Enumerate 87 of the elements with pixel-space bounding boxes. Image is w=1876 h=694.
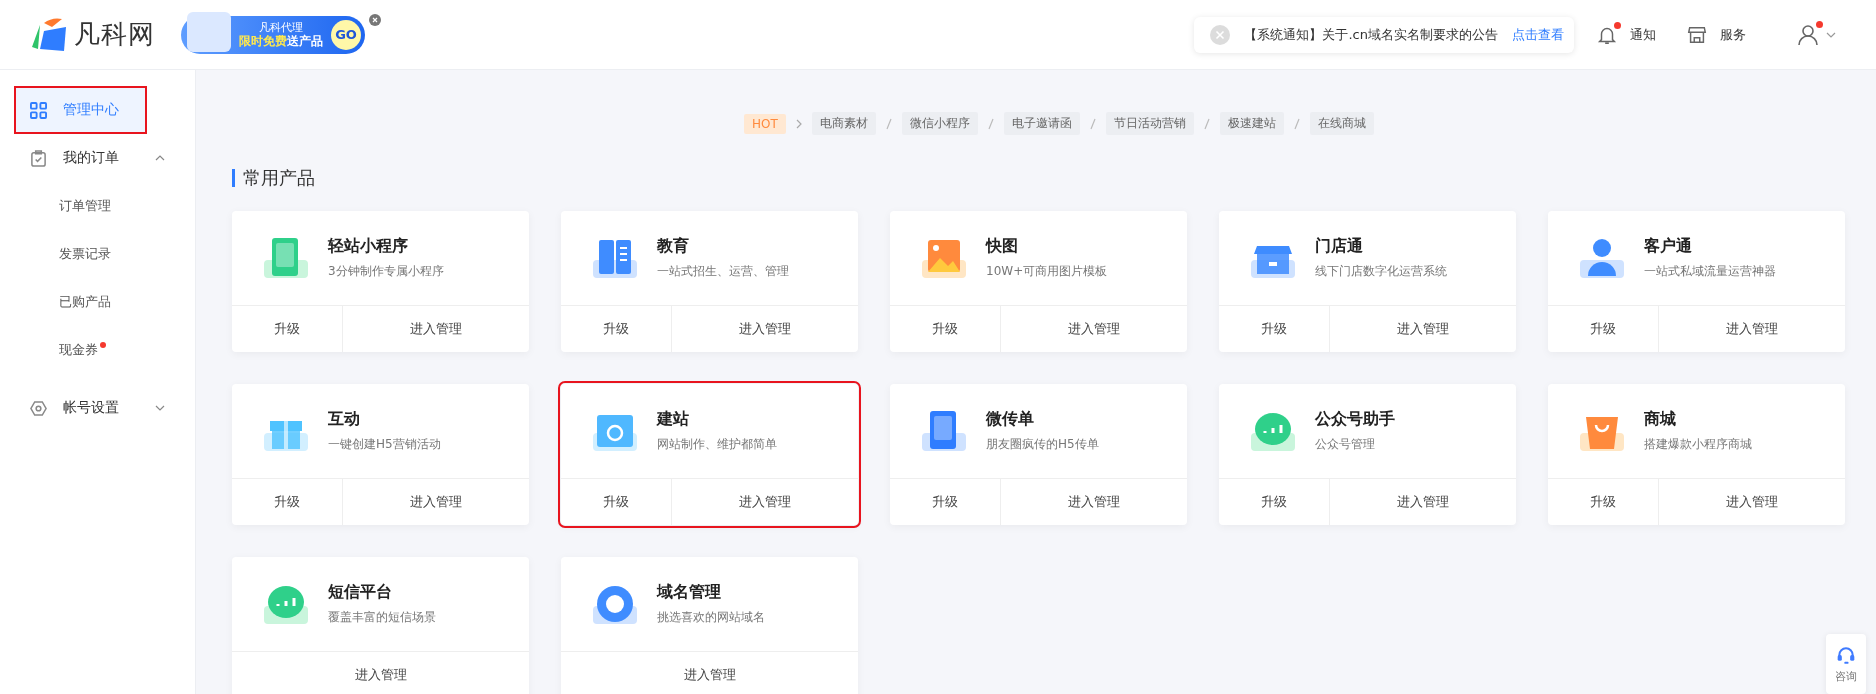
manage-link[interactable]: 进入管理 (672, 479, 858, 525)
product-description: 一键创建H5营销活动 (328, 436, 441, 453)
manage-link[interactable]: 进入管理 (672, 306, 858, 352)
product-name: 门店通 (1315, 236, 1364, 257)
manage-link[interactable]: 进入管理 (1659, 306, 1845, 352)
product-description: 一站式招生、运营、管理 (657, 263, 789, 280)
clipboard-check-icon (30, 149, 47, 167)
manage-link[interactable]: 进入管理 (1330, 306, 1516, 352)
headset-icon (1836, 644, 1856, 665)
product-name: 客户通 (1644, 236, 1693, 257)
chevron-icon (795, 118, 802, 129)
header-action[interactable]: 通知 (1596, 23, 1656, 46)
hot-link[interactable]: 电子邀请函 (1003, 112, 1080, 135)
product-description: 线下门店数字化运营系统 (1315, 263, 1447, 280)
upgrade-link[interactable]: 升级 (1219, 306, 1330, 352)
upgrade-link[interactable]: 升级 (1548, 306, 1659, 352)
product-name: 建站 (657, 409, 690, 430)
caret-icon (1826, 31, 1836, 38)
product-description: 覆盖丰富的短信场景 (328, 609, 436, 626)
close-icon[interactable] (369, 14, 381, 26)
logo[interactable]: 凡科网 (30, 16, 155, 53)
go-button[interactable]: GO (331, 19, 361, 50)
manage-link[interactable]: 进入管理 (232, 652, 529, 694)
hot-link[interactable]: 节日活动营销 (1105, 112, 1194, 135)
product-name: 互动 (328, 409, 361, 430)
product-description: 公众号管理 (1315, 436, 1376, 453)
manage-link[interactable]: 进入管理 (1659, 479, 1845, 525)
hot-link[interactable]: 微信小程序 (901, 112, 978, 135)
slash-separator-icon (1089, 117, 1096, 130)
product-description: 10W+可商用图片模板 (986, 263, 1108, 280)
product-name: 公众号助手 (1315, 409, 1395, 430)
settings-icon (30, 399, 47, 417)
product-description: 网站制作、维护都简单 (657, 436, 777, 453)
upgrade-link[interactable]: 升级 (890, 479, 1001, 525)
hot-link[interactable]: 电商素材 (811, 112, 876, 135)
header-action[interactable]: 服务 (1686, 23, 1746, 46)
manage-link[interactable]: 进入管理 (1001, 479, 1187, 525)
sidebar-item[interactable]: 帐号设置 (0, 384, 195, 432)
product-description: 一站式私域流量运营神器 (1644, 263, 1776, 280)
sidebar-item[interactable]: 我的订单 (0, 134, 195, 182)
section-title: 常用产品 (232, 169, 1846, 187)
product-name: 微传单 (986, 409, 1035, 430)
manage-link[interactable]: 进入管理 (343, 306, 529, 352)
grid-icon (30, 101, 47, 119)
hot-link[interactable]: 极速建站 (1219, 112, 1284, 135)
manage-link[interactable]: 进入管理 (343, 479, 529, 525)
slash-separator-icon (1203, 117, 1210, 130)
sidebar-subitem[interactable]: 现金券 (0, 326, 195, 374)
upgrade-link[interactable]: 升级 (232, 306, 343, 352)
promo-highlight: 限时免费 (239, 33, 287, 48)
manage-link[interactable]: 进入管理 (561, 652, 858, 694)
upgrade-link[interactable]: 升级 (232, 479, 343, 525)
upgrade-link[interactable]: 升级 (561, 306, 672, 352)
hot-link[interactable]: 在线商城 (1309, 112, 1374, 135)
sidebar-subitem[interactable]: 订单管理 (0, 182, 195, 230)
notice-text: 【系统通知】关于.cn域名实名制要求的公告 (1244, 25, 1498, 44)
consult-button[interactable]: 咨询 (1826, 634, 1866, 694)
product-name: 域名管理 (657, 582, 722, 603)
manage-link[interactable]: 进入管理 (1001, 306, 1187, 352)
slash-separator-icon (987, 117, 994, 130)
upgrade-link[interactable]: 升级 (1548, 479, 1659, 525)
product-name: 教育 (657, 236, 690, 257)
sidebar-subitem[interactable]: 发票记录 (0, 230, 195, 278)
product-description: 挑选喜欢的网站域名 (657, 609, 765, 626)
upgrade-link[interactable]: 升级 (890, 306, 1001, 352)
product-name: 快图 (986, 236, 1019, 257)
sidebar-item[interactable]: 管理中心 (14, 86, 147, 134)
promo-subtitle: 送产品 (287, 33, 323, 48)
sidebar-subitem[interactable]: 已购产品 (0, 278, 195, 326)
product-description: 朋友圈疯传的H5传单 (986, 436, 1099, 453)
user-icon (1796, 22, 1820, 47)
upgrade-link[interactable]: 升级 (561, 479, 672, 525)
promo-banner[interactable]: 凡科代理 限时免费送产品 GO (181, 15, 365, 54)
manage-link[interactable]: 进入管理 (1330, 479, 1516, 525)
slash-separator-icon (885, 117, 892, 130)
user-menu[interactable] (1796, 22, 1836, 47)
product-description: 3分钟制作专属小程序 (328, 263, 444, 280)
upgrade-link[interactable]: 升级 (1219, 479, 1330, 525)
product-name: 商城 (1644, 409, 1677, 430)
logo-text: 凡科网 (74, 18, 155, 51)
product-description: 搭建爆款小程序商城 (1644, 436, 1752, 453)
notice-link[interactable]: 点击查看 (1512, 25, 1564, 44)
product-name: 短信平台 (328, 582, 393, 603)
slash-separator-icon (1293, 117, 1300, 130)
hot-tag: HOT (744, 113, 786, 134)
product-name: 轻站小程序 (328, 236, 409, 257)
promo-title: 凡科代理 (259, 20, 303, 34)
